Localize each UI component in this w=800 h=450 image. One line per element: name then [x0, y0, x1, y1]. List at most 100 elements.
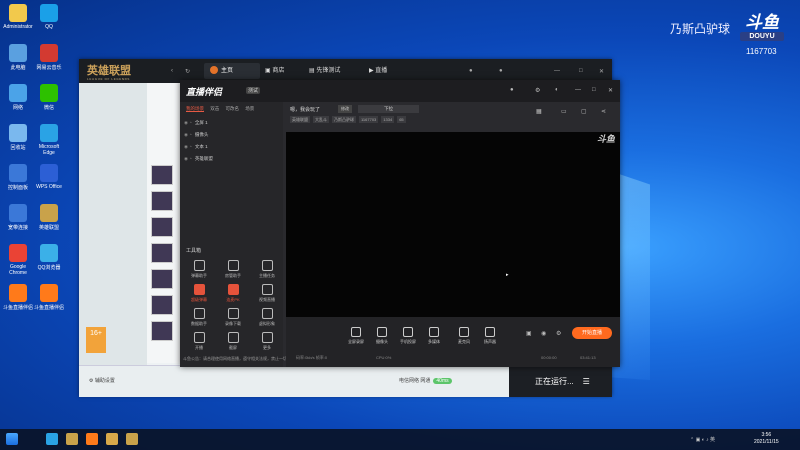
- category-select[interactable]: 下拉: [358, 105, 419, 113]
- desktop-icon[interactable]: 回收站: [2, 124, 34, 151]
- view-icon[interactable]: ◉: [541, 330, 546, 337]
- minimize-icon[interactable]: —: [554, 68, 560, 74]
- layout-icon[interactable]: ▦: [536, 108, 542, 115]
- app-icon: [9, 284, 27, 302]
- tool-item[interactable]: 超级弹幕: [184, 284, 214, 303]
- tool-item[interactable]: 开播: [184, 332, 214, 351]
- source-item[interactable]: ◉ ◔ 摄像头: [184, 132, 208, 138]
- tool-item[interactable]: 主播任务: [252, 260, 282, 279]
- back-icon[interactable]: ‹: [171, 68, 173, 74]
- edit-title-button[interactable]: 修改: [338, 105, 352, 113]
- toolbox-title: 工具箱: [186, 248, 202, 254]
- edge-taskbar-icon[interactable]: [46, 433, 58, 445]
- camera-button[interactable]: 摄像头: [370, 327, 394, 345]
- desktop-icon-label: 网络: [12, 105, 23, 111]
- desktop-icon-label: 此电脑: [10, 65, 26, 71]
- avatar[interactable]: ●: [510, 87, 514, 93]
- hero-thumb[interactable]: [151, 295, 173, 315]
- douyu-taskbar-icon[interactable]: [86, 433, 98, 445]
- desktop-icon[interactable]: Microsoft Edge: [33, 124, 65, 156]
- lol-nav-shop[interactable]: ▣ 商店: [265, 63, 284, 79]
- desktop-icon[interactable]: Administrator: [2, 4, 34, 30]
- user-icon[interactable]: ●: [499, 68, 503, 74]
- screen-record-button[interactable]: 全屏录屏: [344, 327, 368, 345]
- screen-icon[interactable]: ▭: [561, 108, 567, 115]
- app-icon: [9, 84, 27, 102]
- hero-thumb[interactable]: [151, 321, 173, 341]
- tool-label: 数据助手: [191, 321, 207, 326]
- tab-rename[interactable]: 可改名: [226, 106, 240, 111]
- tab-my-scene[interactable]: 我的场景: [186, 106, 204, 112]
- tool-icon: [261, 284, 273, 295]
- tab-scene[interactable]: 场景: [245, 106, 254, 111]
- tool-item[interactable]: 截屏: [218, 332, 248, 351]
- desktop-icon[interactable]: 斗鱼直播伴侣: [33, 284, 65, 311]
- assist-settings[interactable]: ⚙ 辅助设置: [89, 377, 115, 384]
- phone-cast-button[interactable]: 手机投屏: [396, 327, 420, 345]
- desktop-icon[interactable]: WPS Office: [33, 164, 65, 190]
- hero-thumb[interactable]: [151, 165, 173, 185]
- desktop-icon-label: QQ浏览器: [37, 265, 61, 271]
- minimize-icon[interactable]: —: [575, 87, 581, 93]
- share-icon[interactable]: ⋖: [601, 108, 606, 115]
- settings-icon[interactable]: ⚙: [535, 87, 540, 94]
- maximize-icon[interactable]: □: [579, 68, 583, 74]
- hero-thumb[interactable]: [151, 191, 173, 211]
- tool-item[interactable]: 连麦PK: [218, 284, 248, 303]
- lock-icon[interactable]: ▢: [581, 108, 587, 115]
- running-status[interactable]: 正在运行... ☰: [509, 366, 612, 397]
- stream-preview[interactable]: 斗鱼 ▸: [286, 132, 620, 317]
- screen-record-icon: [351, 327, 361, 337]
- companion-bottom-bar: 全屏录屏 摄像头 手机投屏 多媒体 麦克风 扬声器 ▣ ◉ ⚙ 开始直播 码率:…: [286, 317, 620, 367]
- lol-nav-home[interactable]: 主页: [204, 63, 260, 79]
- desktop-icon[interactable]: Google Chrome: [2, 244, 34, 276]
- source-item[interactable]: ◉ ◔ 全屏 1: [184, 120, 208, 126]
- lol-nav-pioneer[interactable]: ▤ 先锋测试: [309, 63, 340, 79]
- tool-item[interactable]: 弹幕助手: [184, 260, 214, 279]
- desktop-icon[interactable]: 网易云音乐: [33, 44, 65, 71]
- desktop-icon[interactable]: QQ: [33, 4, 65, 30]
- hero-thumb[interactable]: [151, 243, 173, 263]
- media-button[interactable]: 多媒体: [422, 327, 446, 345]
- record-icon[interactable]: ▣: [526, 330, 532, 337]
- desktop-icon[interactable]: 网络: [2, 84, 34, 111]
- source-item[interactable]: ◉ ◔ 文本 1: [184, 144, 208, 150]
- desktop-icon[interactable]: 此电脑: [2, 44, 34, 71]
- skin-icon[interactable]: ◐: [555, 87, 559, 93]
- tool-item[interactable]: 虚拟形象: [252, 308, 282, 327]
- mic-icon[interactable]: ●: [469, 68, 473, 74]
- tab-double-click[interactable]: 双击: [210, 106, 219, 111]
- tool-item[interactable]: 数据助手: [184, 308, 214, 327]
- tool-item[interactable]: 录像下载: [218, 308, 248, 327]
- desktop-icon[interactable]: 宽带连接: [2, 204, 34, 231]
- refresh-icon[interactable]: ↻: [185, 68, 190, 75]
- maximize-icon[interactable]: □: [592, 87, 596, 93]
- close-icon[interactable]: ✕: [599, 68, 604, 75]
- clock[interactable]: 3:56 2021/11/15: [754, 432, 779, 446]
- tool-item[interactable]: 房管助手: [218, 260, 248, 279]
- speaker-button[interactable]: 扬声器: [478, 327, 502, 345]
- desktop-icon[interactable]: 微信: [33, 84, 65, 111]
- hero-thumb[interactable]: [151, 269, 173, 289]
- desktop-icon[interactable]: 控制面板: [2, 164, 34, 191]
- start-icon[interactable]: [6, 433, 18, 445]
- tool-item[interactable]: 视频直播: [252, 284, 282, 303]
- close-icon[interactable]: ✕: [608, 87, 613, 94]
- lol-taskbar-icon[interactable]: [66, 433, 78, 445]
- system-tray[interactable]: ⌃ ▣ ◐ ♪ 英: [690, 436, 715, 443]
- tool-label: 开播: [195, 345, 203, 350]
- desktop-icon[interactable]: 斗鱼直播伴侣: [2, 284, 34, 311]
- tool-item[interactable]: 更多: [252, 332, 282, 351]
- lol-nav-live[interactable]: ▶ 直播: [369, 63, 387, 79]
- microphone-button[interactable]: 麦克风: [452, 327, 476, 345]
- source-item[interactable]: ◉ ◔ 英雄联盟: [184, 156, 213, 162]
- game-taskbar-icon[interactable]: [106, 433, 118, 445]
- notice-tip: 斗鱼公告：请合理使用网络直播，遵守相关法规，禁止一切违规: [183, 356, 295, 361]
- lol-client-taskbar-icon[interactable]: [126, 433, 138, 445]
- hero-thumb[interactable]: [151, 217, 173, 237]
- gear-icon[interactable]: ⚙: [556, 330, 561, 337]
- desktop-icon[interactable]: QQ浏览器: [33, 244, 65, 271]
- desktop-icon-label: 控制面板: [7, 185, 28, 191]
- start-live-button[interactable]: 开始直播: [572, 327, 612, 339]
- desktop-icon[interactable]: 英雄联盟: [33, 204, 65, 231]
